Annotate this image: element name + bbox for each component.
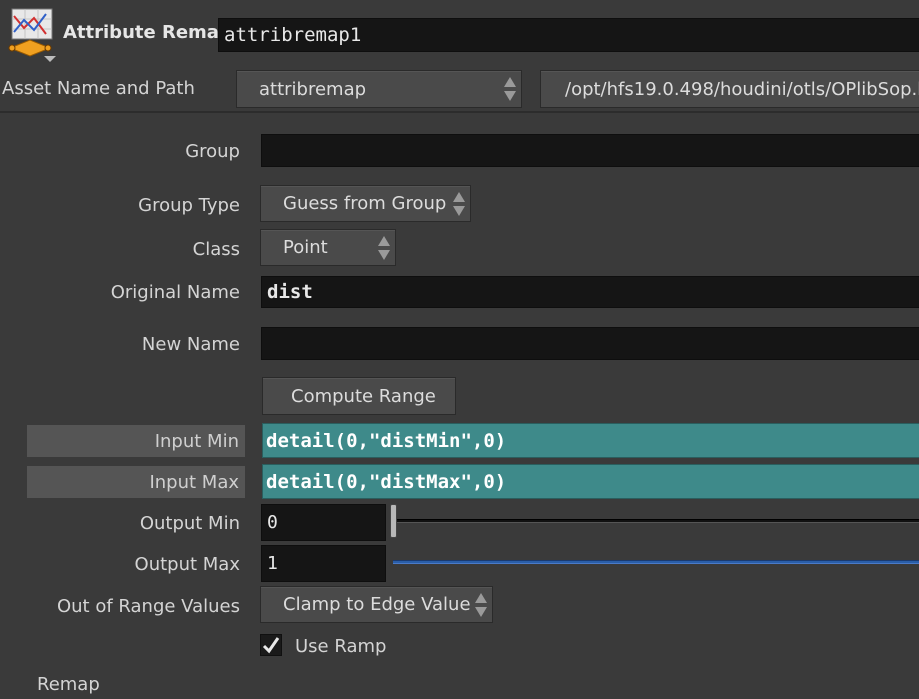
menu-arrows-icon (377, 234, 391, 262)
original-name-field[interactable]: dist (261, 276, 919, 308)
input-max-label-text: Input Max (149, 471, 239, 493)
class-label: Class (192, 239, 240, 260)
asset-path-menu[interactable]: /opt/hfs19.0.498/houdini/otls/OPlibSop.h… (540, 70, 919, 108)
use-ramp-label: Use Ramp (295, 636, 387, 657)
asset-label: Asset Name and Path (2, 78, 195, 99)
output-max-slider-track[interactable] (393, 560, 919, 564)
output-min-field[interactable]: 0 (261, 504, 386, 541)
menu-arrows-icon (474, 591, 488, 619)
group-type-value: Guess from Group (283, 193, 447, 214)
group-label: Group (185, 141, 240, 162)
parameter-header: Attribute Remap attribremap1 (0, 0, 919, 64)
new-name-field[interactable] (261, 327, 919, 360)
group-field[interactable] (261, 134, 919, 167)
attribute-remap-node-icon[interactable] (6, 6, 62, 64)
out-of-range-menu[interactable]: Clamp to Edge Value (260, 586, 493, 623)
input-min-label-text: Input Min (154, 430, 239, 452)
use-ramp-checkbox[interactable] (260, 634, 282, 656)
output-min-slider-handle[interactable] (390, 504, 397, 538)
asset-name-value: attribremap (259, 78, 367, 100)
asset-row: Asset Name and Path attribremap /opt/hfs… (0, 66, 919, 112)
divider (0, 112, 919, 113)
checkmark-icon (262, 637, 280, 654)
remap-section-label: Remap (37, 674, 100, 695)
out-of-range-value: Clamp to Edge Value (283, 594, 471, 615)
group-type-label: Group Type (138, 195, 240, 216)
out-of-range-label: Out of Range Values (56, 596, 240, 617)
output-min-label: Output Min (139, 513, 240, 534)
new-name-label: New Name (141, 334, 240, 355)
node-name-field[interactable]: attribremap1 (218, 18, 919, 52)
node-type-label: Attribute Remap (63, 22, 232, 43)
input-min-expression-field[interactable]: detail(0,"distMin",0) (262, 423, 919, 458)
original-name-label: Original Name (110, 282, 240, 303)
asset-name-menu[interactable]: attribremap (236, 70, 522, 108)
menu-arrows-icon (452, 190, 466, 218)
compute-range-button[interactable]: Compute Range (262, 377, 456, 415)
input-min-label: Input Min (27, 425, 245, 457)
menu-arrows-icon (503, 75, 517, 103)
class-value: Point (283, 237, 328, 258)
group-type-menu[interactable]: Guess from Group (260, 185, 471, 222)
output-max-field[interactable]: 1 (261, 545, 386, 582)
class-menu[interactable]: Point (260, 229, 396, 266)
output-max-label: Output Max (134, 554, 240, 575)
output-min-slider-track[interactable] (393, 519, 919, 523)
input-max-label: Input Max (27, 466, 245, 498)
input-max-expression-field[interactable]: detail(0,"distMax",0) (262, 464, 919, 499)
